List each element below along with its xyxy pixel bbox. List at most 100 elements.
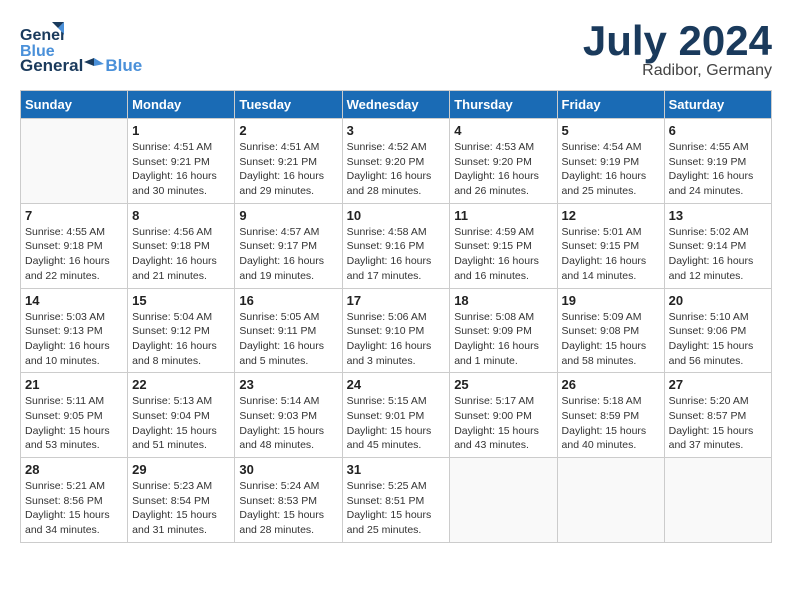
day-info: Sunrise: 5:09 AMSunset: 9:08 PMDaylight:…: [562, 310, 660, 369]
day-number: 27: [669, 377, 767, 392]
calendar-cell: 14Sunrise: 5:03 AMSunset: 9:13 PMDayligh…: [21, 288, 128, 373]
day-info: Sunrise: 5:11 AMSunset: 9:05 PMDaylight:…: [25, 394, 123, 453]
day-info: Sunrise: 5:13 AMSunset: 9:04 PMDaylight:…: [132, 394, 230, 453]
calendar-cell: 3 Sunrise: 4:52 AMSunset: 9:20 PMDaylight…: [342, 119, 450, 204]
week-row-2: 7 Sunrise: 4:55 AMSunset: 9:18 PMDaylight…: [21, 203, 772, 288]
calendar-cell: 25Sunrise: 5:17 AMSunset: 9:00 PMDayligh…: [450, 373, 557, 458]
day-number: 18: [454, 293, 552, 308]
calendar-cell: 28 Sunrise: 5:21 AMSunset: 8:56 PMDayligh…: [21, 458, 128, 543]
calendar-cell: 18 Sunrise: 5:08 AMSunset: 9:09 PMDayligh…: [450, 288, 557, 373]
week-row-1: 1 Sunrise: 4:51 AMSunset: 9:21 PMDaylight…: [21, 119, 772, 204]
day-number: 12: [562, 208, 660, 223]
day-info: Sunrise: 5:10 AMSunset: 9:06 PMDaylight:…: [669, 310, 767, 369]
title-area: July 2024 Radibor, Germany: [583, 20, 772, 80]
day-info: Sunrise: 5:08 AMSunset: 9:09 PMDaylight:…: [454, 310, 552, 369]
day-info: Sunrise: 5:14 AMSunset: 9:03 PMDaylight:…: [239, 394, 337, 453]
day-info: Sunrise: 5:06 AMSunset: 9:10 PMDaylight:…: [347, 310, 446, 369]
calendar-cell: 6Sunrise: 4:55 AMSunset: 9:19 PMDaylight…: [664, 119, 771, 204]
day-number: 29: [132, 462, 230, 477]
day-info: Sunrise: 5:05 AMSunset: 9:11 PMDaylight:…: [239, 310, 337, 369]
day-number: 30: [239, 462, 337, 477]
day-number: 9: [239, 208, 337, 223]
day-number: 21: [25, 377, 123, 392]
calendar-cell: 29 Sunrise: 5:23 AMSunset: 8:54 PMDayligh…: [128, 458, 235, 543]
day-info: Sunrise: 4:51 AMSunset: 9:21 PMDaylight:…: [132, 140, 230, 199]
calendar-cell: [557, 458, 664, 543]
calendar-header-row: SundayMondayTuesdayWednesdayThursdayFrid…: [21, 91, 772, 119]
calendar-cell: [664, 458, 771, 543]
day-number: 4: [454, 123, 552, 138]
day-number: 2: [239, 123, 337, 138]
day-number: 31: [347, 462, 446, 477]
day-info: Sunrise: 5:24 AMSunset: 8:53 PMDaylight:…: [239, 479, 337, 538]
day-info: Sunrise: 5:02 AMSunset: 9:14 PMDaylight:…: [669, 225, 767, 284]
day-info: Sunrise: 4:58 AMSunset: 9:16 PMDaylight:…: [347, 225, 446, 284]
calendar-cell: 11Sunrise: 4:59 AMSunset: 9:15 PMDayligh…: [450, 203, 557, 288]
day-number: 28: [25, 462, 123, 477]
calendar-table: SundayMondayTuesdayWednesdayThursdayFrid…: [20, 90, 772, 543]
calendar-cell: 7 Sunrise: 4:55 AMSunset: 9:18 PMDaylight…: [21, 203, 128, 288]
header-thursday: Thursday: [450, 91, 557, 119]
day-info: Sunrise: 4:51 AMSunset: 9:21 PMDaylight:…: [239, 140, 337, 199]
day-info: Sunrise: 5:18 AMSunset: 8:59 PMDaylight:…: [562, 394, 660, 453]
calendar-cell: 24Sunrise: 5:15 AMSunset: 9:01 PMDayligh…: [342, 373, 450, 458]
calendar-cell: 17Sunrise: 5:06 AMSunset: 9:10 PMDayligh…: [342, 288, 450, 373]
header-monday: Monday: [128, 91, 235, 119]
day-number: 24: [347, 377, 446, 392]
day-info: Sunrise: 5:01 AMSunset: 9:15 PMDaylight:…: [562, 225, 660, 284]
day-number: 1: [132, 123, 230, 138]
day-number: 8: [132, 208, 230, 223]
calendar-cell: 4 Sunrise: 4:53 AMSunset: 9:20 PMDaylight…: [450, 119, 557, 204]
calendar-cell: 15Sunrise: 5:04 AMSunset: 9:12 PMDayligh…: [128, 288, 235, 373]
calendar-cell: 2 Sunrise: 4:51 AMSunset: 9:21 PMDaylight…: [235, 119, 342, 204]
calendar-cell: 8 Sunrise: 4:56 AMSunset: 9:18 PMDaylight…: [128, 203, 235, 288]
day-info: Sunrise: 4:55 AMSunset: 9:18 PMDaylight:…: [25, 225, 123, 284]
day-number: 23: [239, 377, 337, 392]
calendar-cell: 30 Sunrise: 5:24 AMSunset: 8:53 PMDayligh…: [235, 458, 342, 543]
logo-general: General: [20, 56, 83, 76]
day-number: 19: [562, 293, 660, 308]
day-info: Sunrise: 5:23 AMSunset: 8:54 PMDaylight:…: [132, 479, 230, 538]
day-number: 10: [347, 208, 446, 223]
calendar-cell: 5Sunrise: 4:54 AMSunset: 9:19 PMDaylight…: [557, 119, 664, 204]
calendar-cell: 23 Sunrise: 5:14 AMSunset: 9:03 PMDayligh…: [235, 373, 342, 458]
day-info: Sunrise: 5:21 AMSunset: 8:56 PMDaylight:…: [25, 479, 123, 538]
header-sunday: Sunday: [21, 91, 128, 119]
day-number: 7: [25, 208, 123, 223]
calendar-cell: 9Sunrise: 4:57 AMSunset: 9:17 PMDaylight…: [235, 203, 342, 288]
calendar-cell: [450, 458, 557, 543]
page-header: General Blue General Blue July 2024 Radi…: [20, 20, 772, 80]
week-row-4: 21 Sunrise: 5:11 AMSunset: 9:05 PMDayligh…: [21, 373, 772, 458]
header-friday: Friday: [557, 91, 664, 119]
day-number: 16: [239, 293, 337, 308]
calendar-cell: 26 Sunrise: 5:18 AMSunset: 8:59 PMDayligh…: [557, 373, 664, 458]
logo: General Blue General Blue: [20, 20, 142, 76]
day-number: 5: [562, 123, 660, 138]
day-number: 26: [562, 377, 660, 392]
month-title: July 2024: [583, 20, 772, 62]
day-info: Sunrise: 5:04 AMSunset: 9:12 PMDaylight:…: [132, 310, 230, 369]
calendar-cell: 10 Sunrise: 4:58 AMSunset: 9:16 PMDayligh…: [342, 203, 450, 288]
day-info: Sunrise: 4:52 AMSunset: 9:20 PMDaylight:…: [347, 140, 446, 199]
day-info: Sunrise: 5:20 AMSunset: 8:57 PMDaylight:…: [669, 394, 767, 453]
day-number: 22: [132, 377, 230, 392]
calendar-cell: 27 Sunrise: 5:20 AMSunset: 8:57 PMDayligh…: [664, 373, 771, 458]
calendar-cell: 1 Sunrise: 4:51 AMSunset: 9:21 PMDaylight…: [128, 119, 235, 204]
logo-bird-icon: [84, 56, 104, 76]
day-info: Sunrise: 5:17 AMSunset: 9:00 PMDaylight:…: [454, 394, 552, 453]
day-info: Sunrise: 4:53 AMSunset: 9:20 PMDaylight:…: [454, 140, 552, 199]
calendar-cell: 20 Sunrise: 5:10 AMSunset: 9:06 PMDayligh…: [664, 288, 771, 373]
svg-text:General: General: [20, 27, 64, 44]
calendar-cell: 22 Sunrise: 5:13 AMSunset: 9:04 PMDayligh…: [128, 373, 235, 458]
calendar-cell: 16 Sunrise: 5:05 AMSunset: 9:11 PMDayligh…: [235, 288, 342, 373]
logo-blue: Blue: [105, 56, 142, 76]
day-number: 3: [347, 123, 446, 138]
day-number: 13: [669, 208, 767, 223]
calendar-cell: [21, 119, 128, 204]
day-number: 20: [669, 293, 767, 308]
header-saturday: Saturday: [664, 91, 771, 119]
calendar-cell: 13 Sunrise: 5:02 AMSunset: 9:14 PMDayligh…: [664, 203, 771, 288]
day-info: Sunrise: 4:56 AMSunset: 9:18 PMDaylight:…: [132, 225, 230, 284]
calendar-cell: 31 Sunrise: 5:25 AMSunset: 8:51 PMDayligh…: [342, 458, 450, 543]
day-info: Sunrise: 5:25 AMSunset: 8:51 PMDaylight:…: [347, 479, 446, 538]
